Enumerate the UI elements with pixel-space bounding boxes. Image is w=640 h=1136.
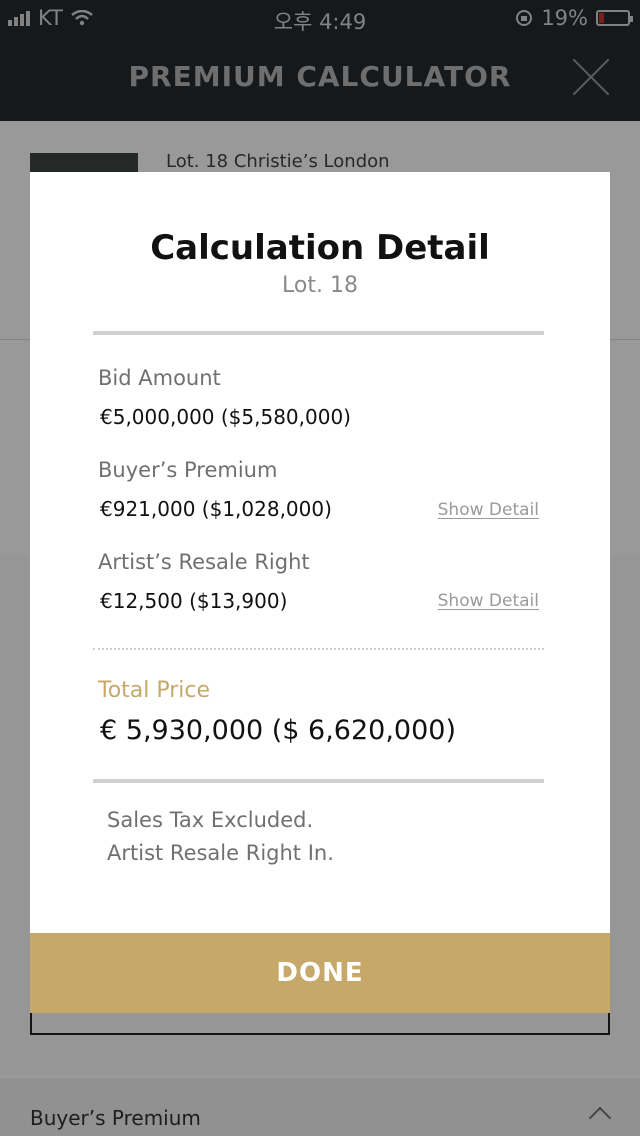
- divider-top: [93, 331, 544, 335]
- note-resale-right: Artist Resale Right In.: [107, 841, 334, 865]
- total-price-label: Total Price: [98, 678, 211, 703]
- buyers-premium-value: €921,000 ($1,028,000): [100, 497, 332, 521]
- total-price-value: € 5,930,000 ($ 6,620,000): [100, 715, 456, 746]
- modal-title: Calculation Detail: [150, 228, 490, 268]
- buyers-premium-show-detail-link[interactable]: Show Detail: [438, 500, 539, 520]
- calculation-detail-modal: Calculation Detail Lot. 18 Bid Amount €5…: [30, 172, 610, 1013]
- done-button[interactable]: DONE: [30, 933, 610, 1013]
- divider-dotted: [93, 648, 544, 650]
- modal-subtitle: Lot. 18: [282, 273, 358, 298]
- bid-amount-label: Bid Amount: [98, 366, 221, 390]
- divider-bottom: [93, 779, 544, 783]
- resale-right-show-detail-link[interactable]: Show Detail: [438, 591, 539, 611]
- bid-amount-value: €5,000,000 ($5,580,000): [100, 405, 351, 429]
- resale-right-label: Artist’s Resale Right: [98, 550, 310, 574]
- resale-right-value: €12,500 ($13,900): [100, 589, 288, 613]
- buyers-premium-label: Buyer’s Premium: [98, 458, 278, 482]
- note-sales-tax: Sales Tax Excluded.: [107, 808, 314, 832]
